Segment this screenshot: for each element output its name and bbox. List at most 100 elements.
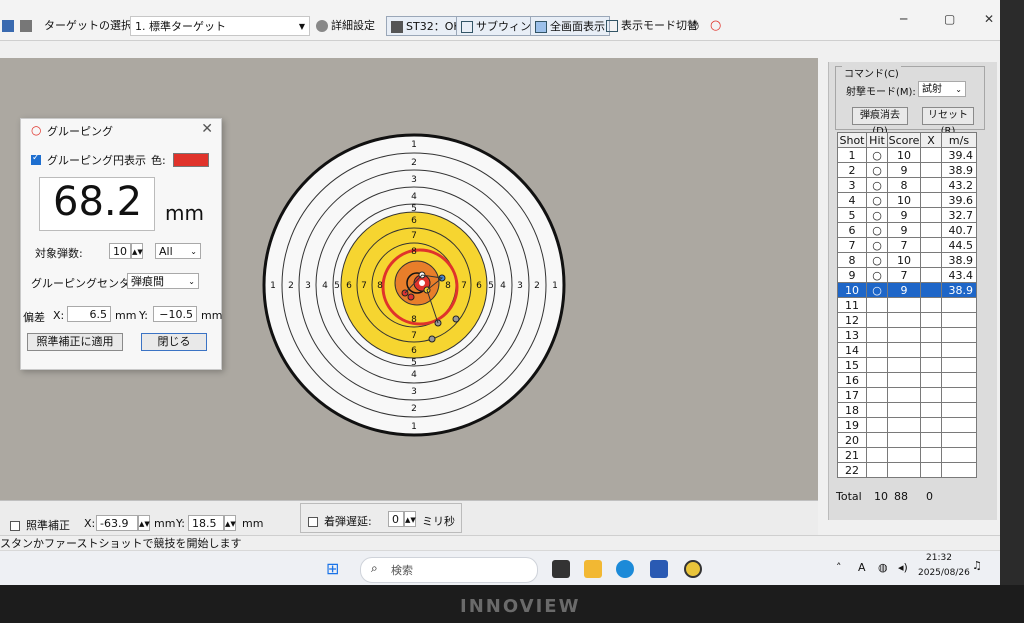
ring-number: 2: [534, 281, 540, 291]
ring-number: 6: [346, 281, 352, 291]
aim-y-input[interactable]: 18.5: [188, 515, 224, 531]
st32-status-label: ST32：OK: [406, 20, 461, 33]
target-app-icon[interactable]: [684, 560, 702, 578]
mode-value: 試射: [922, 84, 942, 95]
reset-button[interactable]: リセット(R): [922, 107, 974, 137]
display-mode-button[interactable]: 表示モード切替: [606, 16, 698, 36]
st32-status-button[interactable]: ST32：OK: [386, 16, 466, 36]
table-row[interactable]: 17: [837, 387, 977, 403]
save-icon[interactable]: [2, 16, 17, 36]
table-row[interactable]: 2 ○ 9 38.9: [837, 162, 977, 178]
detail-settings-button[interactable]: 詳細設定: [316, 16, 375, 36]
close-icon[interactable]: ✕: [201, 121, 213, 137]
table-row[interactable]: 16: [837, 372, 977, 388]
clear-holes-button[interactable]: 弾痕消去(D): [852, 107, 908, 137]
cell-shot: 18: [837, 402, 867, 418]
clock-time[interactable]: 21:32: [926, 553, 952, 563]
mode-dropdown[interactable]: 試射 ⌄: [918, 81, 966, 97]
table-row[interactable]: 21: [837, 447, 977, 463]
detail-settings-label: 詳細設定: [331, 19, 375, 32]
command-title: コマンド(C): [842, 65, 901, 80]
center-dropdown[interactable]: 弾痕間 ⌄: [127, 273, 199, 289]
table-row[interactable]: 20: [837, 432, 977, 448]
table-row[interactable]: 1 ○ 10 39.4: [837, 147, 977, 163]
delay-stepper[interactable]: ▲▼: [404, 511, 416, 527]
ime-indicator[interactable]: A: [858, 561, 866, 574]
cell-x: [920, 222, 942, 238]
print-icon[interactable]: [20, 16, 35, 36]
table-row[interactable]: 3 ○ 8 43.2: [837, 177, 977, 193]
close-button[interactable]: 閉じる: [141, 333, 207, 351]
cell-ms: 43.2: [941, 177, 977, 193]
cell-ms: 38.9: [941, 282, 977, 298]
delay-input[interactable]: 0: [388, 511, 404, 527]
delay-checkbox[interactable]: [308, 515, 318, 528]
cell-x: [920, 162, 942, 178]
table-row[interactable]: 13: [837, 327, 977, 343]
table-row[interactable]: 8 ○ 10 38.9: [837, 252, 977, 268]
chevron-up-icon[interactable]: ˄: [836, 561, 842, 574]
table-row[interactable]: 6 ○ 9 40.7: [837, 222, 977, 238]
table-row[interactable]: 11: [837, 297, 977, 313]
table-row[interactable]: 9 ○ 7 43.4: [837, 267, 977, 283]
table-row[interactable]: 10 ○ 9 38.9: [837, 282, 977, 298]
table-row[interactable]: 19: [837, 417, 977, 433]
taskbar-search[interactable]: ⌕ 検索: [360, 557, 538, 583]
fullscreen-button[interactable]: 全画面表示: [530, 16, 610, 36]
file-explorer-icon[interactable]: [584, 560, 602, 578]
ring-number: 5: [411, 204, 417, 214]
edge-browser-icon[interactable]: [616, 560, 634, 578]
table-row[interactable]: 4 ○ 10 39.6: [837, 192, 977, 208]
close-window-icon[interactable]: ✕: [984, 12, 994, 26]
ring-number: 8: [377, 281, 383, 291]
cell-ms: [941, 387, 977, 403]
table-row[interactable]: 12: [837, 312, 977, 328]
aim-x-stepper[interactable]: ▲▼: [138, 515, 150, 531]
store-icon[interactable]: [650, 560, 668, 578]
table-row[interactable]: 5 ○ 9 32.7: [837, 207, 977, 223]
header-ms: m/s: [941, 132, 977, 148]
target-count-stepper[interactable]: ▲▼: [131, 243, 143, 259]
cell-ms: [941, 342, 977, 358]
score-header-row: Shot Hit Score X m/s: [837, 132, 977, 148]
cell-ms: 43.4: [941, 267, 977, 283]
volume-icon[interactable]: ◂): [898, 561, 908, 574]
table-row[interactable]: 15: [837, 357, 977, 373]
ring-number: 1: [411, 140, 417, 150]
maximize-icon[interactable]: ▢: [944, 12, 955, 26]
deviation-x-label: X:: [53, 309, 65, 322]
chevron-down-icon: ⌄: [955, 85, 962, 94]
timer-icon[interactable]: ⏱: [690, 16, 699, 36]
circle-color-swatch[interactable]: [173, 153, 209, 167]
ring-number: 6: [476, 281, 482, 291]
window-icon: [461, 21, 473, 33]
aim-correction-checkbox[interactable]: [10, 519, 20, 532]
table-row[interactable]: 14: [837, 342, 977, 358]
chevron-down-icon: ⌄: [190, 247, 197, 256]
cell-hit: [866, 342, 888, 358]
windows-start-icon[interactable]: ⊞: [326, 559, 339, 578]
table-row[interactable]: 22: [837, 462, 977, 478]
fullscreen-icon: [535, 21, 547, 33]
delay-label: 着弾遅延:: [324, 515, 372, 528]
aim-y-stepper[interactable]: ▲▼: [224, 515, 236, 531]
network-icon[interactable]: ◍: [878, 561, 888, 574]
apply-aim-button[interactable]: 照準補正に適用: [27, 333, 123, 351]
target-count-input[interactable]: 10: [109, 243, 131, 259]
aim-x-input[interactable]: -63.9: [96, 515, 138, 531]
target-count-label: 対象弾数:: [35, 247, 83, 260]
minimize-icon[interactable]: ─: [900, 12, 907, 26]
cell-ms: [941, 357, 977, 373]
clock-date[interactable]: 2025/08/26: [918, 568, 970, 578]
table-row[interactable]: 7 ○ 7 44.5: [837, 237, 977, 253]
task-view-icon[interactable]: [552, 560, 570, 578]
show-circle-checkbox[interactable]: [31, 153, 41, 166]
notification-bell-icon[interactable]: ♫: [972, 559, 982, 572]
table-row[interactable]: 18: [837, 402, 977, 418]
target-face[interactable]: 12345678 12345678 12345678 12345678: [262, 133, 566, 437]
cell-shot: 3: [837, 177, 867, 193]
cell-score: [887, 312, 921, 328]
filter-dropdown[interactable]: All ⌄: [155, 243, 201, 259]
record-circle-icon[interactable]: ○: [710, 16, 721, 36]
target-select-dropdown[interactable]: 1. 標準ターゲット ▼: [130, 16, 310, 36]
